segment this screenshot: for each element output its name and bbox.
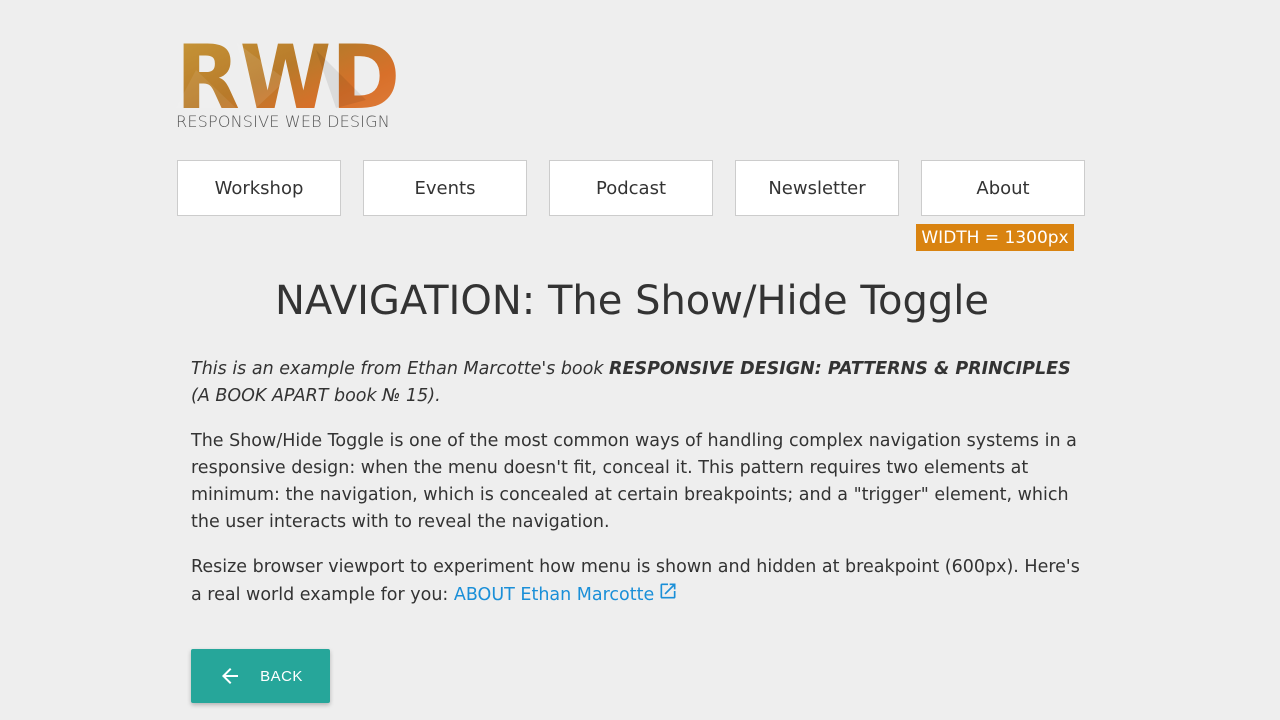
rwd-logo-graphic: RWD — [176, 40, 400, 110]
article-content: This is an example from Ethan Marcotte's… — [191, 356, 1081, 628]
link-label: ABOUT Ethan Marcotte — [453, 585, 655, 605]
intro-paragraph: This is an example from Ethan Marcotte's… — [191, 356, 1081, 410]
main-navigation: Workshop Events Podcast Newsletter About — [177, 160, 1085, 216]
book-title: RESPONSIVE DESIGN: PATTERNS & PRINCIPLES — [609, 359, 1071, 379]
back-button[interactable]: BACK — [191, 649, 330, 703]
arrow-left-icon — [218, 664, 242, 688]
intro-suffix: (A BOOK APART book № 15). — [191, 386, 441, 406]
instruction-paragraph: Resize browser viewport to experiment ho… — [191, 554, 1081, 610]
intro-prefix: This is an example from Ethan Marcotte's… — [191, 359, 610, 379]
about-ethan-marcotte-link[interactable]: ABOUT Ethan Marcotte — [453, 583, 678, 605]
nav-item-workshop[interactable]: Workshop — [177, 160, 341, 216]
page: RWD RESPONSIVE WEB DESIGN Workshop Event… — [0, 0, 1280, 720]
external-link-icon — [658, 581, 678, 610]
back-button-label: BACK — [260, 667, 303, 685]
viewport-width-badge: WIDTH = 1300px — [916, 224, 1074, 251]
logo-subtitle: RESPONSIVE WEB DESIGN — [176, 112, 390, 131]
description-paragraph: The Show/Hide Toggle is one of the most … — [191, 431, 1077, 532]
nav-item-podcast[interactable]: Podcast — [549, 160, 713, 216]
rwd-logo[interactable]: RWD RESPONSIVE WEB DESIGN — [176, 40, 402, 132]
nav-item-events[interactable]: Events — [363, 160, 527, 216]
page-title: NAVIGATION: The Show/Hide Toggle — [274, 278, 989, 324]
nav-item-about[interactable]: About — [921, 160, 1085, 216]
nav-item-newsletter[interactable]: Newsletter — [735, 160, 899, 216]
